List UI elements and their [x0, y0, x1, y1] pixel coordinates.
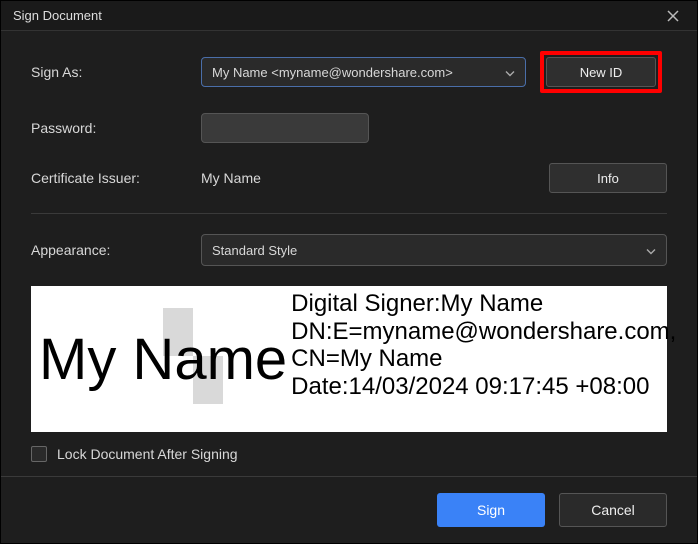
appearance-label: Appearance: — [31, 242, 201, 258]
sign-as-row: Sign As: My Name <myname@wondershare.com… — [31, 51, 667, 93]
password-label: Password: — [31, 120, 201, 136]
password-input[interactable] — [201, 113, 369, 143]
signature-preview: My Name Digital Signer:My Name DN:E=myna… — [31, 286, 667, 432]
new-id-highlight: New ID — [540, 51, 662, 93]
sign-as-select[interactable]: My Name <myname@wondershare.com> — [201, 57, 526, 87]
preview-signer: Digital Signer:My Name — [291, 290, 543, 317]
cancel-button[interactable]: Cancel — [559, 493, 667, 527]
sign-button[interactable]: Sign — [437, 493, 545, 527]
preview-date: Date:14/03/2024 09:17:45 +08:00 — [291, 373, 649, 400]
chevron-down-icon — [505, 65, 515, 80]
dialog-title: Sign Document — [13, 8, 661, 23]
new-id-button[interactable]: New ID — [546, 57, 656, 87]
preview-name: My Name — [39, 326, 287, 393]
dialog-footer: Sign Cancel — [1, 476, 697, 543]
dialog-content: Sign As: My Name <myname@wondershare.com… — [1, 31, 697, 476]
cert-issuer-value: My Name — [201, 170, 549, 186]
preview-details: Digital Signer:My Name DN:E=myname@wonde… — [287, 290, 676, 428]
info-button[interactable]: Info — [549, 163, 667, 193]
preview-dn: DN:E=myname@wondershare.com, CN=My Name — [291, 318, 676, 373]
divider — [31, 213, 667, 214]
titlebar: Sign Document — [1, 1, 697, 31]
issuer-row: Certificate Issuer: My Name Info — [31, 163, 667, 193]
preview-left: My Name — [39, 290, 287, 428]
password-row: Password: — [31, 113, 667, 143]
cert-issuer-label: Certificate Issuer: — [31, 170, 201, 186]
chevron-down-icon — [646, 243, 656, 258]
appearance-select[interactable]: Standard Style — [201, 234, 667, 266]
appearance-value: Standard Style — [212, 243, 297, 258]
lock-row: Lock Document After Signing — [31, 446, 667, 462]
sign-as-value: My Name <myname@wondershare.com> — [212, 65, 453, 80]
lock-checkbox[interactable] — [31, 446, 47, 462]
appearance-row: Appearance: Standard Style — [31, 234, 667, 266]
sign-document-dialog: Sign Document Sign As: My Name <myname@w… — [0, 0, 698, 544]
lock-label: Lock Document After Signing — [57, 446, 238, 462]
sign-as-label: Sign As: — [31, 64, 201, 80]
close-icon[interactable] — [661, 4, 685, 28]
